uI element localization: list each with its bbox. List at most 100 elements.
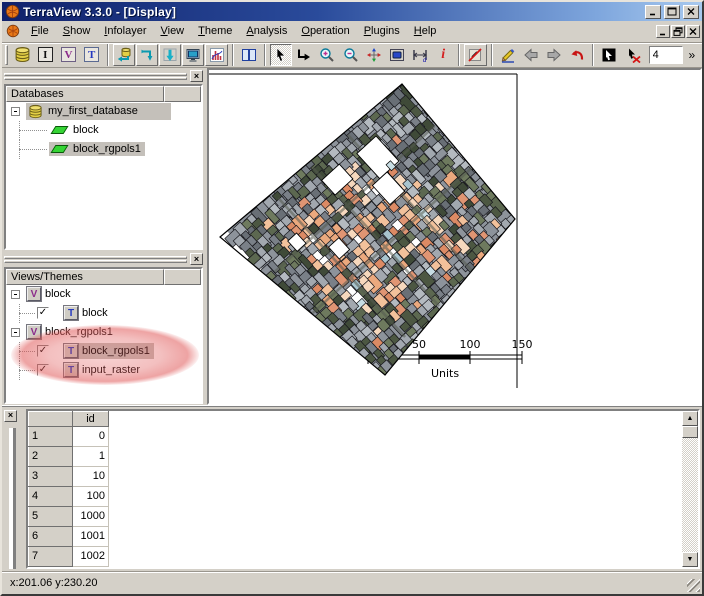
map-display-panel[interactable]: 50100150Units: [207, 68, 702, 405]
corner-header-cell[interactable]: [29, 411, 73, 426]
id-value-cell[interactable]: 0: [73, 426, 109, 446]
theme-letter-t-button[interactable]: T: [81, 44, 103, 66]
mdi-restore-button[interactable]: [671, 25, 685, 38]
toolbar-grip[interactable]: [5, 45, 8, 65]
table-row[interactable]: 10: [29, 426, 109, 446]
minimize-button[interactable]: [645, 5, 661, 19]
chart-histogram-button[interactable]: [205, 44, 227, 66]
id-value-cell[interactable]: 1002: [73, 546, 109, 566]
menu-item-theme[interactable]: Theme: [191, 22, 239, 40]
databases-header-cell[interactable]: Databases: [6, 86, 164, 102]
table-row[interactable]: 310: [29, 466, 109, 486]
menu-item-plugins[interactable]: Plugins: [357, 22, 407, 40]
id-value-cell[interactable]: 1000: [73, 506, 109, 526]
views-header-cell[interactable]: Views/Themes: [6, 269, 164, 285]
id-value-cell[interactable]: 1001: [73, 526, 109, 546]
row-header-cell[interactable]: 2: [29, 446, 73, 466]
import-theme-button[interactable]: [159, 44, 181, 66]
row-header-cell[interactable]: 6: [29, 526, 73, 546]
display-refresh-button[interactable]: [182, 44, 204, 66]
scroll-up-button[interactable]: ▲: [682, 411, 698, 426]
tree-item-block_rgpols1[interactable]: Vblock_rgpols1: [6, 323, 201, 342]
id-value-cell[interactable]: 10: [73, 466, 109, 486]
mdi-minimize-button[interactable]: [656, 25, 670, 38]
graphic-scale-disabled-button[interactable]: [464, 44, 486, 66]
tree-item-input_raster[interactable]: ✓Tinput_raster: [6, 361, 201, 380]
row-header-cell[interactable]: 4: [29, 486, 73, 506]
row-header-cell[interactable]: 7: [29, 546, 73, 566]
views-grip[interactable]: ×: [4, 253, 203, 266]
tree-item-block[interactable]: Vblock: [6, 285, 201, 304]
attribute-table[interactable]: id10213104100510006100171002: [28, 411, 109, 567]
tree-item-block[interactable]: block: [6, 121, 201, 140]
databases-grip[interactable]: ×: [4, 70, 203, 83]
toolbar-more-button[interactable]: »: [684, 45, 700, 65]
undo-spatial-button[interactable]: [566, 44, 588, 66]
info-button[interactable]: i: [432, 44, 454, 66]
tree-item-block[interactable]: ✓Tblock: [6, 304, 201, 323]
id-value-cell[interactable]: 100: [73, 486, 109, 506]
scroll-down-button[interactable]: ▼: [682, 552, 698, 567]
expander-minus-icon[interactable]: [11, 290, 20, 299]
view-letter-v-button[interactable]: V: [57, 44, 79, 66]
expander-minus-icon[interactable]: [11, 107, 20, 116]
title-bar[interactable]: TerraView 3.3.0 - [Display]: [2, 2, 702, 21]
id-column-header[interactable]: id: [73, 411, 109, 426]
menu-item-file[interactable]: File: [24, 22, 56, 40]
menu-item-help[interactable]: Help: [407, 22, 444, 40]
visibility-checkbox[interactable]: ✓: [37, 307, 49, 319]
zoom-factor-input[interactable]: [649, 46, 683, 64]
visibility-checkbox[interactable]: ✓: [37, 364, 49, 376]
infolayer-letter-i-button[interactable]: I: [34, 44, 56, 66]
table-row[interactable]: 21: [29, 446, 109, 466]
row-header-cell[interactable]: 1: [29, 426, 73, 446]
zoom-in-button[interactable]: [316, 44, 338, 66]
dock-handle[interactable]: [4, 72, 187, 81]
menu-item-view[interactable]: View: [153, 22, 191, 40]
expander-minus-icon[interactable]: [11, 328, 20, 337]
zoom-out-button[interactable]: [339, 44, 361, 66]
edit-line-button[interactable]: [497, 44, 519, 66]
views-close-button[interactable]: ×: [190, 253, 203, 265]
table-row[interactable]: 4100: [29, 486, 109, 506]
row-header-cell[interactable]: 5: [29, 506, 73, 526]
table-row[interactable]: 51000: [29, 506, 109, 526]
forward-arrow-button[interactable]: [543, 44, 565, 66]
tree-item-block_rgpols1[interactable]: block_rgpols1: [6, 140, 201, 159]
app-logo-icon[interactable]: [5, 4, 20, 19]
resize-grip[interactable]: [687, 579, 700, 592]
visibility-checkbox[interactable]: ✓: [37, 345, 49, 357]
scrollbar-thumb[interactable]: [682, 426, 698, 438]
grid-close-button[interactable]: ×: [4, 410, 17, 422]
table-row[interactable]: 61001: [29, 526, 109, 546]
row-header-cell[interactable]: 3: [29, 466, 73, 486]
maximize-button[interactable]: [664, 5, 680, 19]
menu-item-show[interactable]: Show: [56, 22, 98, 40]
pointer-cursor-button[interactable]: [270, 44, 292, 66]
id-value-cell[interactable]: 1: [73, 446, 109, 466]
mdi-child-icon[interactable]: [6, 24, 20, 38]
database-button[interactable]: [11, 44, 33, 66]
databases-close-button[interactable]: ×: [190, 70, 203, 82]
vertical-scrollbar[interactable]: ▲ ▼: [682, 411, 698, 567]
scrollbar-track[interactable]: [682, 438, 698, 552]
pan-button[interactable]: [363, 44, 385, 66]
previous-display-button[interactable]: [293, 44, 315, 66]
menu-item-operation[interactable]: Operation: [294, 22, 356, 40]
tree-item-my_first_database[interactable]: my_first_database: [6, 102, 201, 121]
tree-item-block_rgpols1[interactable]: ✓Tblock_rgpols1: [6, 342, 201, 361]
export-vector-button[interactable]: [136, 44, 158, 66]
invert-selection-button[interactable]: [598, 44, 620, 66]
close-button[interactable]: [683, 5, 699, 19]
dock-handle[interactable]: [4, 255, 187, 264]
zoom-extent-button[interactable]: [386, 44, 408, 66]
clear-selection-button[interactable]: [621, 44, 643, 66]
grid-dock-handle[interactable]: [9, 428, 16, 569]
map-canvas[interactable]: 50100150Units: [209, 70, 700, 400]
mdi-close-button[interactable]: [686, 25, 700, 38]
back-arrow-button[interactable]: [520, 44, 542, 66]
distance-measure-button[interactable]: d: [409, 44, 431, 66]
import-data-button[interactable]: [113, 44, 135, 66]
table-row[interactable]: 71002: [29, 546, 109, 566]
menu-item-analysis[interactable]: Analysis: [239, 22, 294, 40]
